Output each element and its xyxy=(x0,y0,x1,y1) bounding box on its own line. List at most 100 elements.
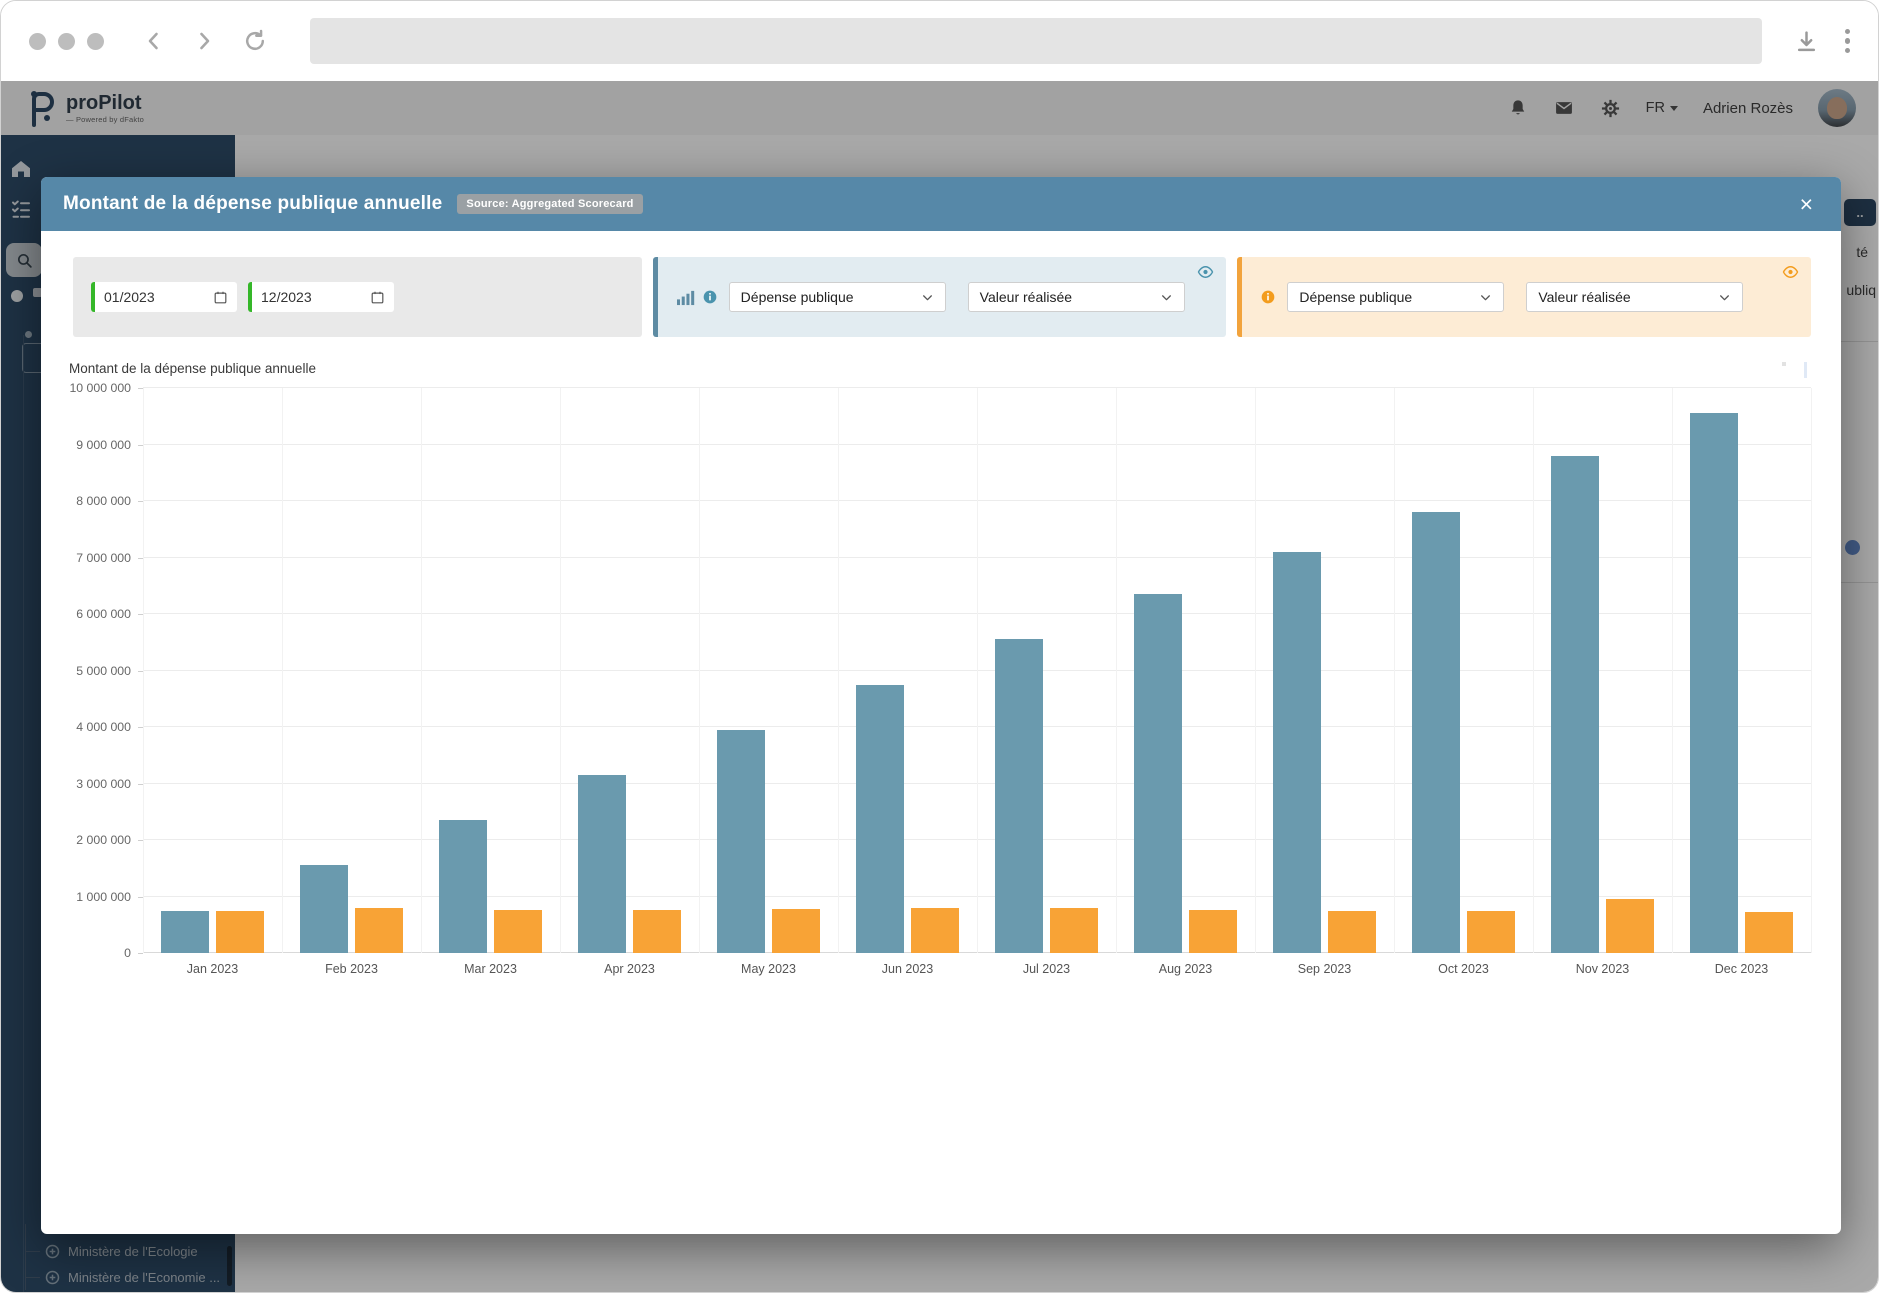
bar-primary[interactable] xyxy=(1690,413,1738,953)
filter-group-secondary: Dépense publique Valeur réalisée xyxy=(1237,257,1811,337)
bar-primary[interactable] xyxy=(1273,552,1321,953)
bar-primary[interactable] xyxy=(1412,512,1460,953)
indicator-select-secondary[interactable]: Dépense publique xyxy=(1287,282,1504,312)
y-axis-label: 6 000 000 xyxy=(76,607,131,621)
y-axis: 10 000 0009 000 0008 000 0007 000 0006 0… xyxy=(71,388,143,953)
bar-group xyxy=(1255,388,1394,953)
bar-secondary[interactable] xyxy=(911,908,959,953)
bar-group xyxy=(977,388,1116,953)
bar-primary[interactable] xyxy=(161,911,209,953)
x-axis-label: May 2023 xyxy=(699,962,838,976)
info-icon[interactable] xyxy=(1260,289,1276,305)
app-area: proPilot — Powered by dFakto xyxy=(1,81,1878,1292)
bar-secondary[interactable] xyxy=(355,908,403,953)
measure-select-secondary[interactable]: Valeur réalisée xyxy=(1526,282,1743,312)
bar-secondary[interactable] xyxy=(1606,899,1654,953)
date-from-input[interactable]: 01/2023 xyxy=(91,282,237,312)
date-to-value: 12/2023 xyxy=(261,289,312,305)
bar-secondary[interactable] xyxy=(1189,910,1237,954)
visibility-toggle-secondary[interactable] xyxy=(1782,265,1799,284)
bar-secondary[interactable] xyxy=(1328,911,1376,953)
y-axis-label: 8 000 000 xyxy=(76,494,131,508)
bar-secondary[interactable] xyxy=(772,909,820,953)
bar-group xyxy=(421,388,560,953)
bar-primary[interactable] xyxy=(856,685,904,953)
filter-row: 01/2023 12/2023 xyxy=(73,257,1811,337)
date-to-input[interactable]: 12/2023 xyxy=(248,282,394,312)
filter-group-primary: Dépense publique Valeur réalisée xyxy=(653,257,1227,337)
y-axis-label: 0 xyxy=(124,946,131,960)
chevron-down-icon xyxy=(921,291,934,304)
bar-group xyxy=(838,388,977,953)
bar-group xyxy=(1116,388,1255,953)
download-icon xyxy=(1794,29,1819,54)
x-axis-label: Sep 2023 xyxy=(1255,962,1394,976)
date-from-value: 01/2023 xyxy=(104,289,155,305)
chevron-down-icon xyxy=(1479,291,1492,304)
bar-secondary[interactable] xyxy=(1467,911,1515,953)
x-axis-label: Oct 2023 xyxy=(1394,962,1533,976)
window-control-dot[interactable] xyxy=(87,33,104,50)
chevron-right-icon xyxy=(192,29,216,53)
download-button[interactable] xyxy=(1794,29,1819,54)
reload-icon xyxy=(242,28,268,54)
window-controls xyxy=(29,33,104,50)
chart-toolbar-icon xyxy=(1804,362,1807,378)
chart-title: Montant de la dépense publique annuelle xyxy=(69,361,1841,376)
bar-secondary[interactable] xyxy=(1745,912,1793,953)
measure-select-primary[interactable]: Valeur réalisée xyxy=(968,282,1185,312)
bar-primary[interactable] xyxy=(439,820,487,953)
bar-primary[interactable] xyxy=(1134,594,1182,953)
bar-group xyxy=(282,388,421,953)
source-badge: Source: Aggregated Scorecard xyxy=(457,194,642,214)
indicator-select-primary[interactable]: Dépense publique xyxy=(729,282,946,312)
browser-window: proPilot — Powered by dFakto xyxy=(0,0,1879,1293)
window-control-dot[interactable] xyxy=(29,33,46,50)
bar-group xyxy=(143,388,282,953)
chart: 10 000 0009 000 0008 000 0007 000 0006 0… xyxy=(71,388,1811,976)
bar-secondary[interactable] xyxy=(216,911,264,953)
chevron-left-icon xyxy=(142,29,166,53)
calendar-icon xyxy=(213,290,228,305)
forward-button[interactable] xyxy=(192,29,216,53)
x-axis: Jan 2023Feb 2023Mar 2023Apr 2023May 2023… xyxy=(143,953,1811,976)
bar-secondary[interactable] xyxy=(1050,908,1098,953)
eye-icon xyxy=(1782,265,1799,279)
bar-primary[interactable] xyxy=(717,730,765,953)
y-axis-label: 5 000 000 xyxy=(76,664,131,678)
back-button[interactable] xyxy=(142,29,166,53)
url-bar[interactable] xyxy=(310,18,1762,64)
x-axis-label: Jul 2023 xyxy=(977,962,1116,976)
measure-select-secondary-value: Valeur réalisée xyxy=(1538,289,1630,305)
bar-primary[interactable] xyxy=(300,865,348,953)
bar-secondary[interactable] xyxy=(633,910,681,954)
window-control-dot[interactable] xyxy=(58,33,75,50)
modal-header: Montant de la dépense publique annuelle … xyxy=(41,177,1841,231)
bar-group xyxy=(1394,388,1533,953)
measure-select-primary-value: Valeur réalisée xyxy=(980,289,1072,305)
bar-secondary[interactable] xyxy=(494,910,542,953)
chart-toolbar xyxy=(1782,362,1807,378)
indicator-select-secondary-value: Dépense publique xyxy=(1299,289,1412,305)
y-axis-label: 4 000 000 xyxy=(76,720,131,734)
visibility-toggle-primary[interactable] xyxy=(1197,265,1214,284)
plot-area xyxy=(143,388,1811,953)
gridline-vertical xyxy=(1811,388,1812,953)
modal-title: Montant de la dépense publique annuelle xyxy=(63,193,442,215)
bar-group xyxy=(699,388,838,953)
chart-modal: Montant de la dépense publique annuelle … xyxy=(41,177,1841,1234)
bar-group xyxy=(1672,388,1811,953)
y-axis-label: 7 000 000 xyxy=(76,551,131,565)
close-icon[interactable]: × xyxy=(1794,191,1819,218)
bar-chart-icon xyxy=(676,289,695,306)
reload-button[interactable] xyxy=(242,28,268,54)
chevron-down-icon xyxy=(1718,291,1731,304)
bar-primary[interactable] xyxy=(995,639,1043,953)
chart-toolbar-icon xyxy=(1782,362,1786,366)
browser-menu-button[interactable] xyxy=(1845,29,1851,54)
x-axis-label: Aug 2023 xyxy=(1116,962,1255,976)
bar-primary[interactable] xyxy=(1551,456,1599,953)
calendar-icon xyxy=(370,290,385,305)
bar-primary[interactable] xyxy=(578,775,626,953)
info-icon[interactable] xyxy=(702,289,718,305)
